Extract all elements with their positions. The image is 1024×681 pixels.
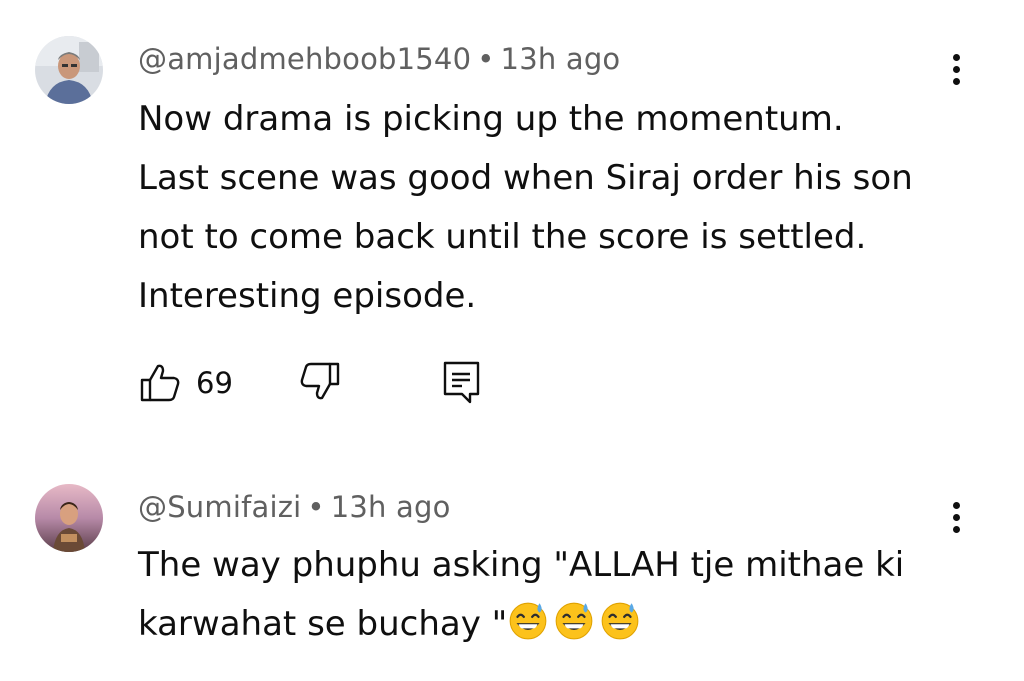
- comment-line-text: karwahat se buchay ": [138, 604, 508, 644]
- grinning-face-with-sweat-emoji: [601, 602, 639, 640]
- comment-item: @Sumifaizi • 13h ago The way phuphu asking…: [0, 440, 1024, 681]
- comment-line: Now drama is picking up the momentum.: [138, 99, 844, 139]
- like-button[interactable]: 69: [138, 360, 248, 406]
- author-name[interactable]: @amjadmehboob1540: [138, 42, 471, 76]
- grinning-face-with-sweat-emoji: [555, 602, 593, 640]
- comment-line: Interesting episode.: [138, 276, 477, 316]
- thumbs-down-icon: [300, 362, 340, 400]
- comment-line: The way phuphu asking "ALLAH tje mithae …: [138, 545, 905, 585]
- comment-line: karwahat se buchay ": [138, 595, 904, 654]
- timestamp[interactable]: 13h ago: [331, 490, 451, 524]
- more-vertical-icon[interactable]: [944, 54, 968, 94]
- thumbs-up-icon: [140, 364, 180, 402]
- more-vertical-icon[interactable]: [944, 502, 968, 542]
- separator: •: [307, 490, 325, 524]
- timestamp[interactable]: 13h ago: [501, 42, 621, 76]
- separator: •: [477, 42, 495, 76]
- comment-line: not to come back until the score is sett…: [138, 217, 867, 257]
- author-name[interactable]: @Sumifaizi: [138, 490, 301, 524]
- reply-button[interactable]: [440, 360, 486, 406]
- comment-header: @amjadmehboob1540 • 13h ago: [138, 42, 620, 76]
- avatar[interactable]: [35, 36, 103, 104]
- comment-line: Last scene was good when Siraj order his…: [138, 158, 913, 198]
- dislike-button[interactable]: [298, 360, 344, 406]
- comment-text: The way phuphu asking "ALLAH tje mithae …: [138, 536, 904, 654]
- comment-item: @amjadmehboob1540 • 13h ago Now drama is p…: [0, 0, 1024, 440]
- emoji-row: [507, 602, 645, 644]
- grinning-face-with-sweat-emoji: [509, 602, 547, 640]
- comment-header: @Sumifaizi • 13h ago: [138, 490, 451, 524]
- comment-text: Now drama is picking up the momentum. La…: [138, 90, 913, 326]
- like-count: 69: [196, 366, 233, 400]
- avatar[interactable]: [35, 484, 103, 552]
- reply-icon: [443, 361, 480, 404]
